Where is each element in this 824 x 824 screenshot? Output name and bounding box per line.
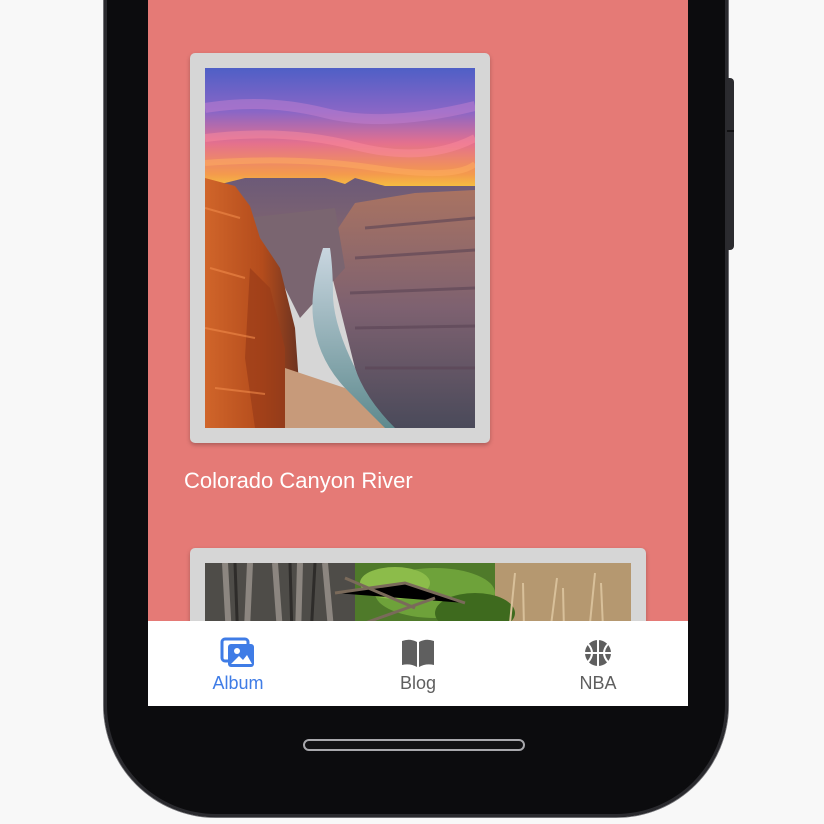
home-indicator[interactable] [303,739,525,751]
tab-nba[interactable]: NBA [508,621,688,706]
album-item-title: Colorado Canyon River [184,468,413,493]
basketball-icon [585,640,611,666]
open-book-icon [402,639,434,667]
bottom-tab-bar: Album Blog NBA [148,621,688,706]
app-screen: Colorado Canyon River Album Blog NBA [148,0,688,706]
tab-blog-label: Blog [399,673,437,693]
tab-album[interactable]: Album [148,621,328,706]
canyon-river-photo [205,68,475,428]
phone-side-button [727,78,734,250]
tab-nba-label: NBA [579,673,617,693]
photo-album-icon [220,637,254,667]
tab-album-label: Album [212,673,264,693]
album-card[interactable] [190,53,490,443]
tab-blog[interactable]: Blog [328,621,508,706]
